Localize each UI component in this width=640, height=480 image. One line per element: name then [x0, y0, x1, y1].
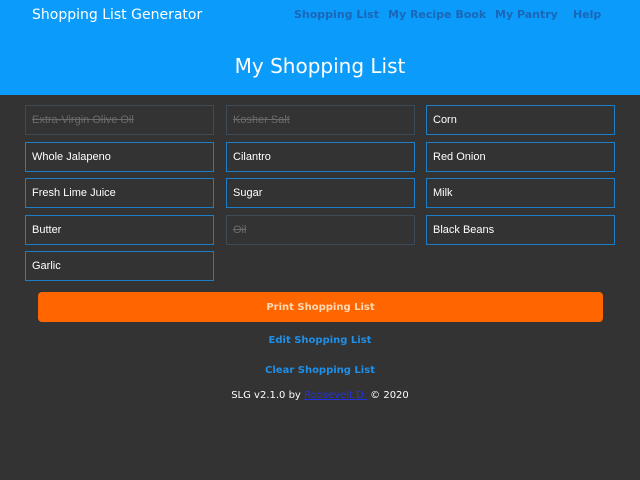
page-title: My Shopping List: [234, 54, 406, 78]
print-list-button[interactable]: Print Shopping List: [38, 292, 603, 322]
nav-pantry[interactable]: My Pantry: [495, 8, 558, 22]
list-item[interactable]: Fresh Lime Juice: [25, 178, 214, 208]
brand-link[interactable]: Shopping List Generator: [32, 6, 202, 24]
nav-help[interactable]: Help: [573, 8, 601, 22]
app-header: Shopping List Generator Shopping List My…: [0, 0, 640, 95]
list-item[interactable]: Black Beans: [426, 215, 615, 245]
list-item[interactable]: Cilantro: [226, 142, 415, 172]
footer: SLG v2.1.0 by Roosevelt D. © 2020: [0, 389, 640, 403]
footer-version: SLG v2.1.0 by: [231, 390, 301, 401]
list-item[interactable]: Milk: [426, 178, 615, 208]
nav-recipe-book[interactable]: My Recipe Book: [388, 8, 486, 22]
author-link[interactable]: Roosevelt D.: [304, 390, 367, 401]
list-item[interactable]: Whole Jalapeno: [25, 142, 214, 172]
footer-copyright: © 2020: [370, 390, 409, 401]
list-item[interactable]: Corn: [426, 105, 615, 135]
list-item[interactable]: Red Onion: [426, 142, 615, 172]
list-item[interactable]: Kosher Salt: [226, 105, 415, 135]
list-item[interactable]: Sugar: [226, 178, 415, 208]
list-item[interactable]: Oil: [226, 215, 415, 245]
edit-list-link[interactable]: Edit Shopping List: [0, 334, 640, 348]
list-item[interactable]: Butter: [25, 215, 214, 245]
list-item[interactable]: Garlic: [25, 251, 214, 281]
clear-list-link[interactable]: Clear Shopping List: [0, 364, 640, 378]
list-item[interactable]: Extra-Virgin Olive Oil: [25, 105, 214, 135]
nav-shopping-list[interactable]: Shopping List: [294, 8, 379, 22]
